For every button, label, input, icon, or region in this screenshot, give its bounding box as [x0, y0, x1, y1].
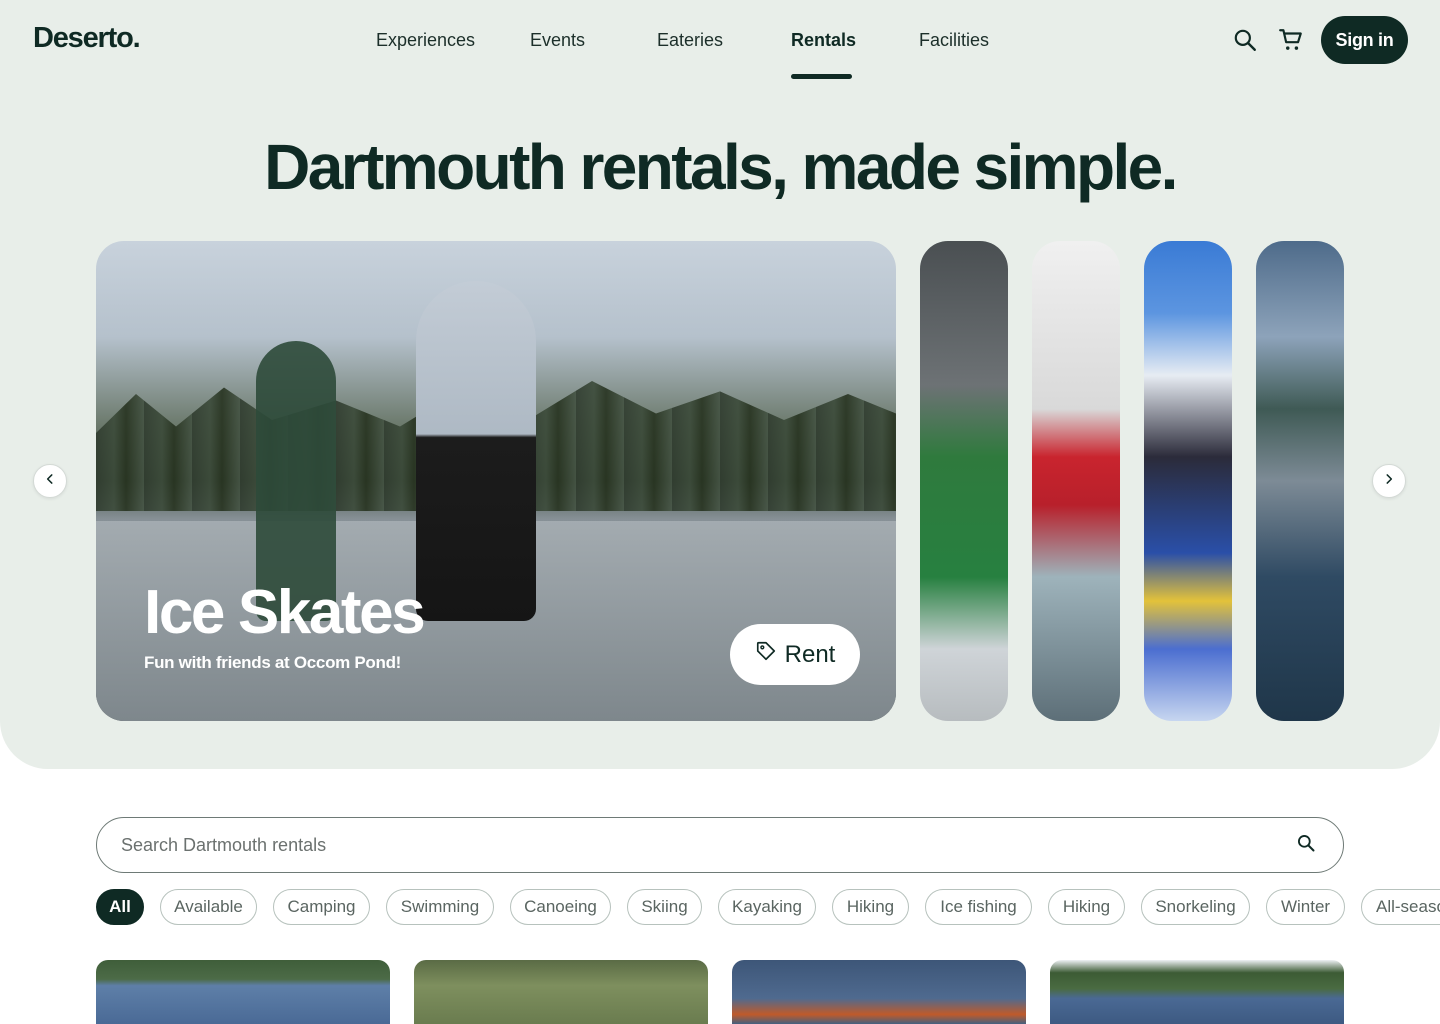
sign-in-button[interactable]: Sign in — [1321, 16, 1408, 64]
brand-logo[interactable]: Deserto. — [33, 22, 141, 55]
filter-chip-row: All Available Camping Swimming Canoeing … — [96, 889, 1440, 925]
search-icon[interactable] — [1230, 25, 1260, 55]
filter-chip-available[interactable]: Available — [160, 889, 257, 925]
carousel-next-button[interactable] — [1372, 464, 1406, 498]
nav-item-facilities[interactable]: Facilities — [919, 30, 989, 51]
filter-chip-skiing[interactable]: Skiing — [627, 889, 702, 925]
rental-listing-card[interactable] — [414, 960, 708, 1024]
nav-item-experiences[interactable]: Experiences — [376, 30, 475, 51]
rental-listing-card[interactable] — [1050, 960, 1344, 1024]
filter-chip-ice-fishing[interactable]: Ice fishing — [925, 889, 1032, 925]
featured-title: Ice Skates — [144, 578, 426, 647]
carousel-prev-button[interactable] — [33, 464, 67, 498]
featured-subtitle: Fun with friends at Occom Pond! — [144, 653, 402, 672]
search-input[interactable] — [121, 834, 1293, 856]
rental-listing-card[interactable] — [732, 960, 1026, 1024]
search-icon — [1296, 833, 1316, 858]
tag-icon — [755, 640, 777, 669]
cart-icon[interactable] — [1276, 25, 1306, 55]
filter-chip-kayaking[interactable]: Kayaking — [718, 889, 816, 925]
filter-chip-canoeing[interactable]: Canoeing — [510, 889, 611, 925]
chevron-right-icon — [1382, 472, 1396, 491]
filter-chip-hiking[interactable]: Hiking — [1048, 889, 1125, 925]
rent-button-label: Rent — [784, 640, 836, 668]
carousel-thumbnail[interactable] — [1256, 241, 1344, 721]
nav-active-indicator — [791, 74, 852, 79]
card-photo-skater-2 — [416, 281, 536, 621]
rental-listing-card[interactable] — [96, 960, 390, 1024]
carousel-thumbnail[interactable] — [1032, 241, 1120, 721]
filter-chip-snorkeling[interactable]: Snorkeling — [1141, 889, 1250, 925]
filter-chip-winter[interactable]: Winter — [1266, 889, 1345, 925]
nav-item-events[interactable]: Events — [530, 30, 585, 51]
nav-item-eateries[interactable]: Eateries — [657, 30, 723, 51]
carousel-thumbnail[interactable] — [920, 241, 1008, 721]
filter-chip-all[interactable]: All — [96, 889, 144, 925]
search-submit-button[interactable] — [1293, 832, 1319, 858]
carousel-thumbnail[interactable] — [1144, 241, 1232, 721]
rent-button[interactable]: Rent — [730, 624, 860, 685]
nav-item-rentals[interactable]: Rentals — [791, 30, 856, 51]
filter-chip-all-season[interactable]: All-season — [1361, 889, 1440, 925]
filter-chip-hiking[interactable]: Hiking — [832, 889, 909, 925]
filter-chip-swimming[interactable]: Swimming — [386, 889, 494, 925]
featured-rental-card[interactable]: Ice Skates Fun with friends at Occom Pon… — [96, 241, 896, 721]
chevron-left-icon — [43, 472, 57, 491]
filter-chip-camping[interactable]: Camping — [273, 889, 370, 925]
page-headline: Dartmouth rentals, made simple. — [264, 131, 1178, 203]
rental-search-bar — [96, 817, 1344, 873]
